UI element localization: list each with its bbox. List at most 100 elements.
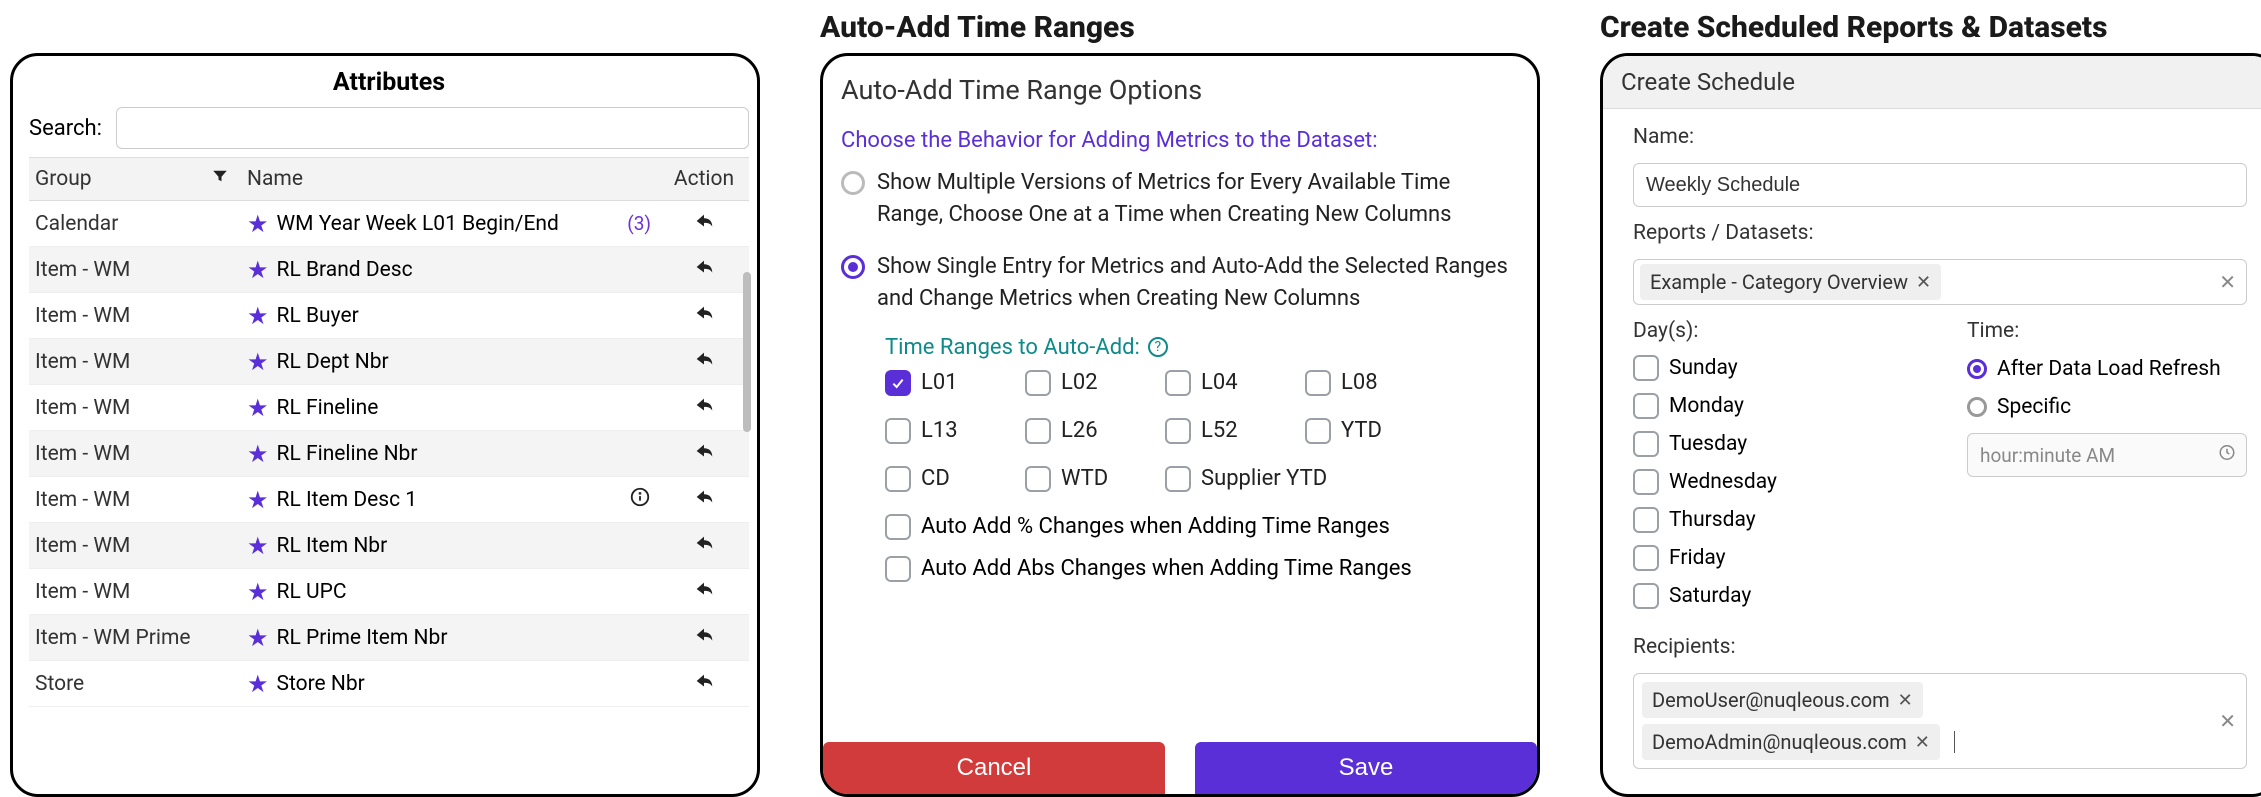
text-caret	[1954, 731, 1955, 753]
share-icon[interactable]	[692, 624, 716, 652]
report-chip[interactable]: Example - Category Overview ✕	[1640, 264, 1941, 300]
share-icon[interactable]	[692, 440, 716, 468]
recipient-chip[interactable]: DemoAdmin@nuqleous.com ✕	[1642, 724, 1940, 760]
checkbox-range-l02[interactable]: L02	[1025, 370, 1098, 396]
checkbox-range-cd[interactable]: CD	[885, 466, 950, 492]
table-row[interactable]: Item - WM★RL Fineline Nbr	[29, 431, 749, 477]
reports-label: Reports / Datasets:	[1633, 221, 2247, 245]
save-button[interactable]: Save	[1195, 742, 1537, 794]
radio-option-multiple[interactable]: Show Multiple Versions of Metrics for Ev…	[841, 167, 1519, 231]
star-icon[interactable]: ★	[247, 212, 269, 236]
clear-icon[interactable]: ✕	[2219, 709, 2236, 733]
time-input[interactable]: hour:minute AM	[1967, 433, 2247, 477]
col-name-label[interactable]: Name	[239, 167, 659, 191]
help-icon[interactable]: ?	[1148, 337, 1168, 357]
star-icon[interactable]: ★	[247, 488, 269, 512]
col-action-label: Action	[659, 167, 749, 191]
checkbox-range-l52[interactable]: L52	[1165, 418, 1238, 444]
clear-icon[interactable]: ✕	[2219, 270, 2236, 294]
table-row[interactable]: Store★Store Nbr	[29, 661, 749, 707]
checkbox-range-l01[interactable]: L01	[885, 370, 958, 396]
chip-remove-icon[interactable]: ✕	[1916, 272, 1931, 293]
table-row[interactable]: Item - WM★RL Brand Desc	[29, 247, 749, 293]
star-icon[interactable]: ★	[247, 580, 269, 604]
radio-option-single[interactable]: Show Single Entry for Metrics and Auto-A…	[841, 251, 1519, 315]
recipient-chip[interactable]: DemoUser@nuqleous.com ✕	[1642, 682, 1923, 718]
filter-icon[interactable]	[211, 167, 229, 191]
share-icon[interactable]	[692, 532, 716, 560]
table-row[interactable]: Item - WM★RL Item Desc 1	[29, 477, 749, 523]
checkbox-range-ytd[interactable]: YTD	[1305, 418, 1382, 444]
auto-add-prompt: Choose the Behavior for Adding Metrics t…	[841, 128, 1519, 153]
star-icon[interactable]: ★	[247, 626, 269, 650]
scrollbar-thumb[interactable]	[743, 272, 751, 432]
checkbox-day-tuesday[interactable]: Tuesday	[1633, 431, 1747, 457]
checkbox-day-saturday[interactable]: Saturday	[1633, 583, 1751, 609]
share-icon[interactable]	[692, 302, 716, 330]
checkbox-range-l08[interactable]: L08	[1305, 370, 1378, 396]
star-icon[interactable]: ★	[247, 534, 269, 558]
row-name: WM Year Week L01 Begin/End	[277, 212, 559, 236]
share-icon[interactable]	[692, 210, 716, 238]
recipients-label: Recipients:	[1633, 635, 2247, 659]
radio-specific[interactable]: Specific	[1967, 395, 2247, 419]
checkbox-day-thursday[interactable]: Thursday	[1633, 507, 1756, 533]
info-icon[interactable]	[629, 486, 651, 513]
radio-after-refresh[interactable]: After Data Load Refresh	[1967, 357, 2247, 381]
table-row[interactable]: Item - WM★RL UPC	[29, 569, 749, 615]
panel3-heading: Create Scheduled Reports & Datasets	[1600, 10, 2261, 45]
table-row[interactable]: Item - WM Prime★RL Prime Item Nbr	[29, 615, 749, 661]
col-group-label[interactable]: Group	[35, 167, 92, 191]
checkbox-range-supplier ytd[interactable]: Supplier YTD	[1165, 466, 1327, 492]
checkbox-auto-abs[interactable]: Auto Add Abs Changes when Adding Time Ra…	[885, 556, 1412, 582]
checkbox-day-label: Friday	[1669, 546, 1726, 570]
search-input[interactable]	[116, 107, 749, 149]
checkbox-day-monday[interactable]: Monday	[1633, 393, 1744, 419]
star-icon[interactable]: ★	[247, 350, 269, 374]
row-group: Item - WM	[29, 350, 239, 374]
star-icon[interactable]: ★	[247, 258, 269, 282]
share-icon[interactable]	[692, 486, 716, 514]
share-icon[interactable]	[692, 256, 716, 284]
search-label: Search:	[29, 116, 102, 141]
table-row[interactable]: Item - WM★RL Item Nbr	[29, 523, 749, 569]
star-icon[interactable]: ★	[247, 672, 269, 696]
share-icon[interactable]	[692, 670, 716, 698]
attributes-title: Attributes	[29, 68, 749, 97]
checkbox-day-friday[interactable]: Friday	[1633, 545, 1726, 571]
table-row[interactable]: Item - WM★RL Buyer	[29, 293, 749, 339]
checkbox-range-label: L26	[1061, 418, 1098, 443]
checkbox-auto-pct[interactable]: Auto Add % Changes when Adding Time Rang…	[885, 514, 1390, 540]
checkbox-range-label: L08	[1341, 370, 1378, 395]
chip-remove-icon[interactable]: ✕	[1898, 690, 1913, 711]
checkbox-day-wednesday[interactable]: Wednesday	[1633, 469, 1777, 495]
share-icon[interactable]	[692, 578, 716, 606]
recipient-chip-label: DemoUser@nuqleous.com	[1652, 688, 1890, 712]
reports-tag-box[interactable]: Example - Category Overview ✕ ✕	[1633, 259, 2247, 305]
checkbox-range-wtd[interactable]: WTD	[1025, 466, 1108, 492]
table-row[interactable]: Calendar★WM Year Week L01 Begin/End(3)	[29, 201, 749, 247]
row-group: Item - WM	[29, 304, 239, 328]
share-icon[interactable]	[692, 348, 716, 376]
star-icon[interactable]: ★	[247, 442, 269, 466]
checkbox-range-label: WTD	[1061, 466, 1108, 491]
row-name: Store Nbr	[277, 672, 365, 696]
checkbox-range-l26[interactable]: L26	[1025, 418, 1098, 444]
chip-remove-icon[interactable]: ✕	[1915, 732, 1930, 753]
checkbox-day-sunday[interactable]: Sunday	[1633, 355, 1738, 381]
row-group: Item - WM	[29, 488, 239, 512]
cancel-button[interactable]: Cancel	[823, 742, 1165, 794]
table-row[interactable]: Item - WM★RL Fineline	[29, 385, 749, 431]
table-row[interactable]: Item - WM★RL Dept Nbr	[29, 339, 749, 385]
radio-after-refresh-label: After Data Load Refresh	[1997, 357, 2221, 381]
star-icon[interactable]: ★	[247, 396, 269, 420]
checkbox-range-l13[interactable]: L13	[885, 418, 958, 444]
star-icon[interactable]: ★	[247, 304, 269, 328]
checkbox-range-l04[interactable]: L04	[1165, 370, 1238, 396]
share-icon[interactable]	[692, 394, 716, 422]
checkbox-range-label: L02	[1061, 370, 1098, 395]
recipients-tag-box[interactable]: DemoUser@nuqleous.com ✕ DemoAdmin@nuqleo…	[1633, 673, 2247, 769]
schedule-name-input[interactable]	[1633, 163, 2247, 207]
row-count: (3)	[627, 212, 651, 235]
radio-icon-selected	[1967, 359, 1987, 379]
